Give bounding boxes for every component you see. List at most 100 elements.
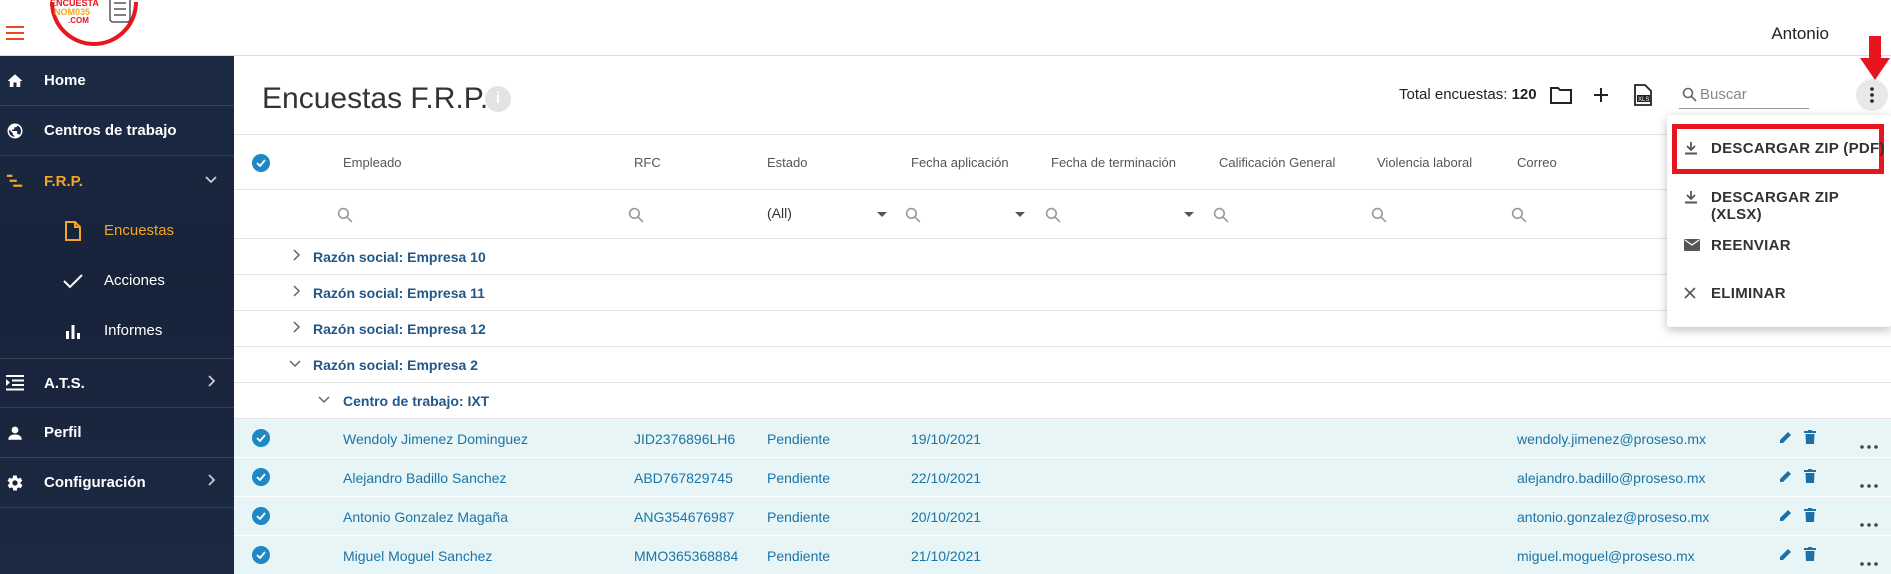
delete-icon[interactable] xyxy=(1804,430,1816,449)
subgroup-label: Centro de trabajo: IXT xyxy=(343,393,490,409)
mail-icon xyxy=(1684,238,1700,256)
search-icon[interactable] xyxy=(1045,207,1061,223)
chevron-down-icon[interactable] xyxy=(318,392,330,408)
top-bar: ENCUESTA NOM035 .COM Antonio xyxy=(0,0,1891,56)
menu-item-label: ELIMINAR xyxy=(1711,285,1786,302)
menu-item-download-zip-pdf[interactable]: DESCARGAR ZIP (PDF) xyxy=(1667,126,1891,172)
person-icon xyxy=(5,423,25,443)
edit-icon[interactable] xyxy=(1779,469,1793,488)
column-header-estado[interactable]: Estado xyxy=(767,155,807,170)
delete-icon[interactable] xyxy=(1804,547,1816,566)
column-header-violencia[interactable]: Violencia laboral xyxy=(1377,155,1472,170)
group-row[interactable]: Razón social: Empresa 10 xyxy=(234,239,1891,275)
dropdown-caret-icon[interactable] xyxy=(877,212,887,217)
cell-estado: Pendiente xyxy=(767,509,831,525)
group-label: Razón social: Empresa 2 xyxy=(313,357,478,373)
row-checkbox[interactable] xyxy=(252,429,270,447)
menu-item-eliminar[interactable]: ELIMINAR xyxy=(1667,271,1891,317)
search-input[interactable] xyxy=(1700,82,1805,106)
column-header-calificacion[interactable]: Calificación General xyxy=(1219,155,1335,170)
filter-row: (All) xyxy=(234,190,1891,239)
search-icon[interactable] xyxy=(1511,207,1527,223)
row-checkbox[interactable] xyxy=(252,546,270,564)
menu-list-icon xyxy=(5,373,25,393)
sidebar-item-frp[interactable]: F.R.P. xyxy=(0,156,234,206)
delete-icon[interactable] xyxy=(1804,469,1816,488)
user-name[interactable]: Antonio xyxy=(1771,24,1829,44)
subgroup-row[interactable]: Centro de trabajo: IXT xyxy=(234,383,1891,419)
dropdown-caret-icon[interactable] xyxy=(1184,212,1194,217)
cell-estado: Pendiente xyxy=(767,548,831,564)
search-icon[interactable] xyxy=(628,207,644,223)
sidebar-item-centros[interactable]: Centros de trabajo xyxy=(0,106,234,156)
info-icon[interactable]: i xyxy=(485,86,511,112)
sidebar-item-ats[interactable]: A.T.S. xyxy=(0,358,234,408)
group-row[interactable]: Razón social: Empresa 2 xyxy=(234,347,1891,383)
estado-filter-select[interactable]: (All) xyxy=(767,205,792,221)
cell-fecha: 21/10/2021 xyxy=(911,548,982,564)
chevron-right-icon[interactable] xyxy=(290,248,302,264)
cell-fecha: 19/10/2021 xyxy=(911,431,982,447)
table-row[interactable]: Wendoly Jimenez Dominguez JID2376896LH6 … xyxy=(234,419,1891,458)
row-checkbox[interactable] xyxy=(252,507,270,525)
row-checkbox[interactable] xyxy=(252,468,270,486)
row-more-icon[interactable] xyxy=(1860,475,1878,493)
sidebar-item-label: A.T.S. xyxy=(44,374,85,392)
search-icon[interactable] xyxy=(1371,207,1387,223)
row-more-icon[interactable] xyxy=(1860,514,1878,532)
menu-item-label: DESCARGAR ZIP (PDF) xyxy=(1711,140,1885,157)
sidebar-subitem-acciones[interactable]: Acciones xyxy=(0,256,234,306)
close-icon xyxy=(1684,286,1696,304)
chevron-right-icon[interactable] xyxy=(290,284,302,300)
column-header-rfc[interactable]: RFC xyxy=(634,155,661,170)
table-row[interactable]: Antonio Gonzalez Magaña ANG354676987 Pen… xyxy=(234,497,1891,536)
add-icon[interactable] xyxy=(1587,81,1615,109)
options-menu: DESCARGAR ZIP (PDF) DESCARGAR ZIP (XLSX)… xyxy=(1667,115,1891,327)
menu-item-download-zip-xlsx[interactable]: DESCARGAR ZIP (XLSX) xyxy=(1667,175,1891,223)
table-row[interactable]: Miguel Moguel Sanchez MMO365368884 Pendi… xyxy=(234,536,1891,574)
column-header-correo[interactable]: Correo xyxy=(1517,155,1557,170)
kebab-icon xyxy=(1870,87,1874,103)
chevron-right-icon[interactable] xyxy=(290,320,302,336)
search-icon[interactable] xyxy=(337,207,353,223)
sidebar-subitem-label: Informes xyxy=(104,322,163,339)
export-xls-icon[interactable]: XLS xyxy=(1629,81,1657,109)
cell-empleado: Alejandro Badillo Sanchez xyxy=(343,470,507,486)
gear-icon xyxy=(5,473,25,493)
row-more-icon[interactable] xyxy=(1860,436,1878,454)
menu-item-label: DESCARGAR ZIP (XLSX) xyxy=(1711,189,1839,223)
more-options-button[interactable] xyxy=(1856,79,1888,111)
group-row[interactable]: Razón social: Empresa 11 xyxy=(234,275,1891,311)
folder-icon[interactable] xyxy=(1547,81,1575,109)
sidebar-item-label: Centros de trabajo xyxy=(44,122,177,139)
sidebar-subitem-encuestas[interactable]: Encuestas xyxy=(0,206,234,256)
edit-icon[interactable] xyxy=(1779,547,1793,566)
delete-icon[interactable] xyxy=(1804,508,1816,527)
select-all-checkbox[interactable] xyxy=(252,154,270,172)
search-icon[interactable] xyxy=(905,207,921,223)
group-label: Razón social: Empresa 11 xyxy=(313,285,485,301)
main-content: Encuestas F.R.P. i Total encuestas: 120 … xyxy=(234,56,1891,574)
menu-item-reenviar[interactable]: REENVIAR xyxy=(1667,223,1891,269)
column-header-fecha-aplicacion[interactable]: Fecha aplicación xyxy=(911,155,1009,170)
edit-icon[interactable] xyxy=(1779,508,1793,527)
group-row[interactable]: Razón social: Empresa 12 xyxy=(234,311,1891,347)
sidebar-item-configuracion[interactable]: Configuración xyxy=(0,458,234,508)
hamburger-menu-icon[interactable] xyxy=(6,26,24,40)
sidebar-item-perfil[interactable]: Perfil xyxy=(0,408,234,458)
row-more-icon[interactable] xyxy=(1860,553,1878,571)
cell-fecha: 22/10/2021 xyxy=(911,470,982,486)
cell-empleado: Antonio Gonzalez Magaña xyxy=(343,509,508,525)
column-header-empleado[interactable]: Empleado xyxy=(343,155,402,170)
cell-correo: alejandro.badillo@proseso.mx xyxy=(1517,470,1706,486)
table-row[interactable]: Alejandro Badillo Sanchez ABD767829745 P… xyxy=(234,458,1891,497)
column-header-fecha-terminacion[interactable]: Fecha de terminación xyxy=(1051,155,1176,170)
sidebar-subitem-informes[interactable]: Informes xyxy=(0,306,234,356)
search-icon[interactable] xyxy=(1213,207,1229,223)
sidebar-item-home[interactable]: Home xyxy=(0,56,234,106)
chevron-down-icon[interactable] xyxy=(289,356,301,372)
document-icon xyxy=(63,221,83,241)
cell-rfc: ABD767829745 xyxy=(634,470,733,486)
dropdown-caret-icon[interactable] xyxy=(1015,212,1025,217)
edit-icon[interactable] xyxy=(1779,430,1793,449)
